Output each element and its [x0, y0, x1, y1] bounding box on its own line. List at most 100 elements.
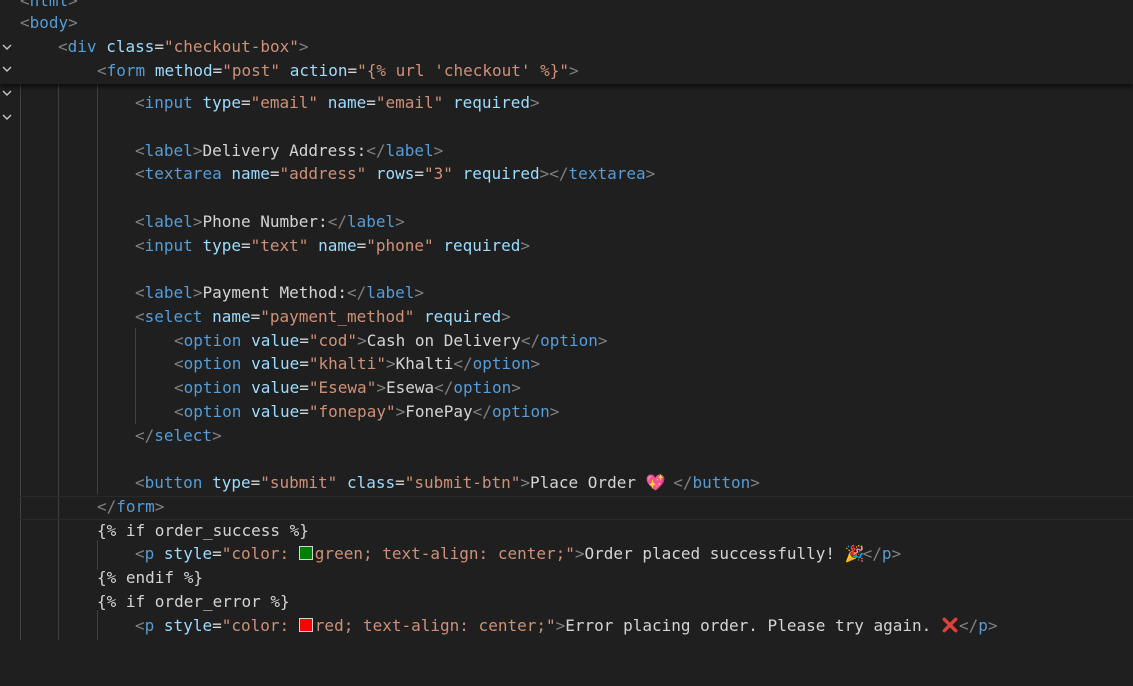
code-line[interactable]: <input type="email" name="email" require… [0, 91, 1133, 115]
attr-name: name [212, 307, 251, 326]
template-tag: {% if order_error %} [97, 592, 290, 611]
attr-name: class [346, 473, 396, 492]
tag-name: select [144, 307, 203, 326]
code-line[interactable]: <option value="cod">Cash on Delivery</op… [0, 329, 1133, 353]
tag-name: p [978, 616, 988, 635]
code-line[interactable]: {% if order_success %} [0, 519, 1133, 543]
attr-value: "submit-btn" [404, 473, 521, 492]
attr-name: required [462, 164, 540, 183]
attr-name: name [318, 236, 357, 255]
sticky-scroll-header[interactable]: <html> <body> <div class="checkout-box">… [0, 0, 1133, 120]
attr-value: green; text-align: center;" [314, 544, 575, 563]
code-line[interactable]: <option value="khalti">Khalti</option> [0, 352, 1133, 376]
attr-value: "cod" [308, 331, 358, 350]
attr-value: "color: [221, 616, 299, 635]
code-line[interactable]: <option value="fonepay">FonePay</option> [0, 400, 1133, 424]
code-line[interactable]: <textarea name="address" rows="3" requir… [0, 162, 1133, 186]
attr-name: method [154, 61, 213, 80]
tag-name: option [540, 331, 598, 350]
code-line[interactable]: </form> [0, 495, 1133, 519]
code-line[interactable]: <input type="text" name="phone" required… [0, 234, 1133, 258]
tag-name: p [144, 616, 155, 635]
tag-name: p [144, 544, 155, 563]
attr-name: style [163, 544, 213, 563]
tag-name: label [144, 212, 193, 231]
attr-name: required [424, 307, 502, 326]
attr-value: "text" [250, 236, 309, 255]
color-swatch[interactable] [298, 618, 313, 632]
tag-name: label [346, 212, 396, 231]
heart-icon: 💖 [645, 473, 666, 492]
tag-name: select [154, 426, 213, 445]
attr-name: value [251, 402, 300, 421]
attr-value: "3" [424, 164, 453, 183]
attr-value: "email" [375, 93, 444, 112]
attr-value: "checkout-box" [164, 37, 299, 56]
attr-name: required [443, 236, 521, 255]
tag-name: body [29, 13, 69, 32]
tag-name: label [144, 141, 193, 160]
attr-value: "{% url 'checkout' %}" [357, 61, 570, 80]
attr-value: "phone" [366, 236, 434, 255]
tag-name: button [692, 473, 751, 492]
code-line[interactable]: <p style="color: red; text-align: center… [0, 614, 1133, 638]
button-text: Place Order [530, 473, 646, 492]
tag-name: option [183, 354, 242, 373]
code-line[interactable]: </select> [0, 424, 1133, 448]
tag-name: input [144, 236, 193, 255]
tag-name: form [106, 61, 146, 80]
code-line[interactable]: <label>Payment Method:</label> [0, 281, 1133, 305]
attr-name: name [231, 164, 270, 183]
tag-name: option [183, 378, 242, 397]
code-line[interactable]: {% endif %} [0, 566, 1133, 590]
code-editor[interactable]: <html> <body> <div class="checkout-box">… [0, 0, 1133, 640]
cross-mark-icon [941, 614, 959, 638]
tag-name: label [144, 283, 193, 302]
attr-name: type [202, 236, 241, 255]
attr-name: type [212, 473, 251, 492]
tag-name: html [29, 0, 69, 10]
code-line[interactable]: <label>Delivery Address:</label> [0, 139, 1133, 163]
attr-value: "color: [221, 544, 299, 563]
option-text: FonePay [405, 402, 473, 421]
code-line[interactable]: {% if order_error %} [0, 590, 1133, 614]
option-text: Cash on Delivery [366, 331, 521, 350]
tag-name: label [366, 283, 415, 302]
code-line[interactable]: <p style="color: green; text-align: cent… [0, 542, 1133, 566]
tag-name: div [67, 37, 97, 56]
template-tag: {% if order_success %} [97, 521, 309, 540]
tag-name: textarea [144, 164, 222, 183]
attr-value: red; text-align: center;" [314, 616, 556, 635]
code-line[interactable]: <option value="Esewa">Esewa</option> [0, 376, 1133, 400]
attr-name: value [251, 331, 300, 350]
tag-name: p [881, 544, 892, 563]
tag-name: label [385, 141, 434, 160]
attr-name: value [251, 378, 300, 397]
attr-name: class [106, 37, 155, 56]
paragraph-text: Error placing order. Please try again. [565, 616, 941, 635]
attr-value: "address" [279, 164, 367, 183]
code-line[interactable]: <button type="submit" class="submit-btn"… [0, 471, 1133, 495]
attr-value: "submit" [260, 473, 338, 492]
label-text: Delivery Address: [202, 141, 367, 160]
sticky-line-body[interactable]: <body> [0, 11, 1133, 72]
sticky-line-div[interactable]: <div class="checkout-box"> [0, 35, 1133, 96]
party-popper-icon: 🎉 [844, 544, 865, 563]
attr-value: "payment_method" [260, 307, 415, 326]
attr-value: "post" [222, 61, 281, 80]
label-text: Payment Method: [202, 283, 347, 302]
color-swatch[interactable] [298, 546, 313, 560]
code-line[interactable]: <label>Phone Number:</label> [0, 210, 1133, 234]
code-line[interactable]: <select name="payment_method" required> [0, 305, 1133, 329]
tag-name: option [491, 402, 550, 421]
attr-value: "fonepay" [308, 402, 396, 421]
chevron-down-icon[interactable] [0, 105, 14, 129]
sticky-line-form[interactable]: <form method="post" action="{% url 'chec… [0, 59, 1133, 120]
tag-name: button [144, 473, 203, 492]
tag-name: form [116, 497, 155, 516]
option-text: Esewa [385, 378, 435, 397]
attr-value: "email" [250, 93, 319, 112]
attr-name: style [163, 616, 213, 635]
attr-name: value [251, 354, 300, 373]
attr-name: action [289, 61, 348, 80]
